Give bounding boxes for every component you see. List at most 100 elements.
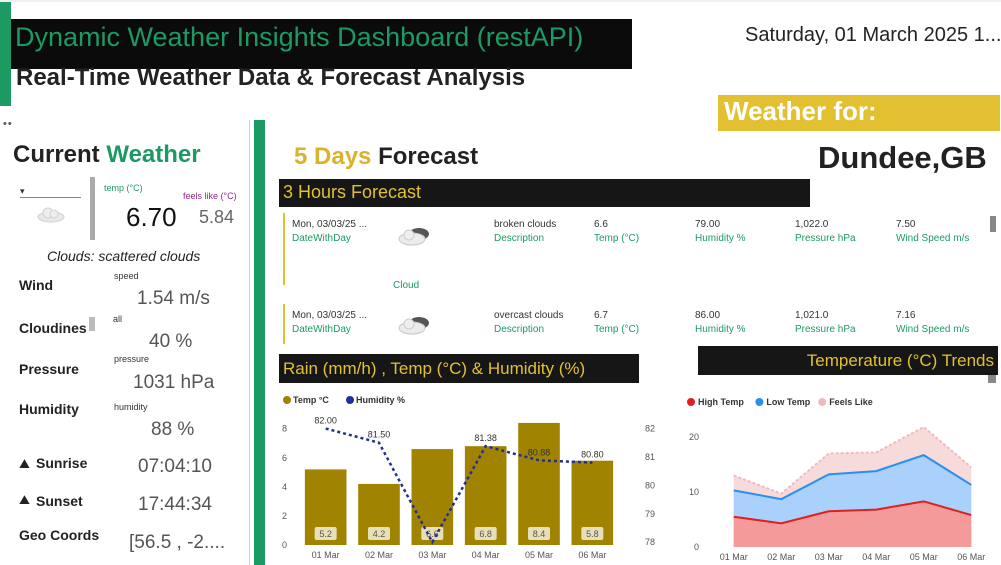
pressure-value: 1031 hPa <box>133 372 215 393</box>
legend-label: High Temp <box>698 397 744 407</box>
pressure-sub-label: pressure <box>114 354 150 364</box>
x-tick-label: 06 Mar <box>578 550 606 560</box>
humidity-data-label: 80.80 <box>581 450 604 460</box>
y-tick-label: 20 <box>689 432 699 442</box>
geo-coords-label: Geo Coords <box>19 527 100 543</box>
x-tick-label: 01 Mar <box>720 552 748 562</box>
forecast-scrollbar[interactable] <box>990 216 996 232</box>
humidity-data-label: 82.00 <box>314 416 337 426</box>
cloud-icon <box>36 205 66 228</box>
x-tick-label: 05 Mar <box>910 552 938 562</box>
y-left-tick-label: 6 <box>282 453 287 463</box>
x-tick-label: 02 Mar <box>365 550 393 560</box>
cloudiness-value: 40 % <box>149 331 193 352</box>
panel-divider <box>249 120 250 565</box>
forecast-temp-cell: 6.7 Temp (°C) <box>594 310 640 335</box>
forecast-heading-part-2: Forecast <box>378 143 479 170</box>
forecast-temp-cell: 6.6 Temp (°C) <box>594 219 640 244</box>
y-left-tick-label: 4 <box>282 482 287 492</box>
temp-bar <box>518 422 560 545</box>
chevron-down-icon[interactable]: ▾ <box>20 186 25 196</box>
humidity-data-label: 81.38 <box>474 433 497 443</box>
bar-value-label: 6.8 <box>479 529 492 539</box>
heading-part-2: Weather <box>106 141 201 168</box>
legend-marker <box>687 398 695 406</box>
sunrise-value: 07:04:10 <box>138 456 212 477</box>
wind-sub-label: speed <box>114 271 139 281</box>
humidity-sub-label: humidity <box>114 402 148 412</box>
clouds-description: Clouds: scattered clouds <box>47 248 201 264</box>
forecast-row[interactable]: Mon, 03/03/25 ... DateWithDay Cloud broke… <box>283 213 988 293</box>
cloudiness-sub-label: all <box>113 314 123 324</box>
x-tick-label: 04 Mar <box>862 552 890 562</box>
legend-marker <box>818 398 827 406</box>
y-right-tick-label: 81 <box>645 452 655 462</box>
cloud-label: Cloud <box>393 280 420 291</box>
humidity-data-label: 80.88 <box>528 447 551 457</box>
geo-coords-value: [56.5 , -2.... <box>129 532 226 553</box>
x-tick-label: 02 Mar <box>767 552 795 562</box>
forecast-heading-part-1: 5 Days <box>294 143 372 170</box>
forecast-description-cell: broken clouds Description <box>494 219 557 244</box>
y-tick-label: 0 <box>694 542 699 552</box>
current-datetime: Saturday, 01 March 2025 1... <box>745 24 1001 46</box>
humidity-value: 88 % <box>151 419 195 440</box>
forecast-humidity-cell: 79.00 Humidity % <box>695 219 746 244</box>
forecast-row[interactable]: Mon, 03/03/25 ... DateWithDay overcast cl… <box>283 304 988 344</box>
legend-temp-marker <box>283 396 291 404</box>
temp-chart-title: Temperature (°C) Trends <box>698 346 998 375</box>
x-tick-label: 04 Mar <box>472 550 500 560</box>
title-accent-bar <box>0 2 11 106</box>
legend-temp-label: Temp °C <box>293 395 329 405</box>
humidity-label: Humidity <box>19 401 79 417</box>
x-tick-label: 03 Mar <box>815 552 843 562</box>
weather-for-label: Weather for: <box>718 95 1000 131</box>
more-options-icon[interactable]: •• <box>3 118 13 130</box>
forecast-pressure-cell: 1,022.0 Pressure hPa <box>795 219 856 244</box>
y-right-tick-label: 79 <box>645 509 655 519</box>
row-accent-bar <box>283 213 285 285</box>
forecast-wind-cell: 7.50 Wind Speed m/s <box>896 219 970 244</box>
panel-accent-bar <box>254 120 265 565</box>
location-slicer[interactable]: ▾ <box>20 186 81 198</box>
wind-value: 1.54 m/s <box>137 288 210 309</box>
bar-value-label: 8.4 <box>533 529 546 539</box>
x-tick-label: 03 Mar <box>418 550 446 560</box>
sunrise-label: Sunrise <box>36 455 88 471</box>
bar-value-label: 5.8 <box>586 529 599 539</box>
cloud-icon <box>397 314 433 341</box>
sunset-label: Sunset <box>36 493 83 509</box>
x-tick-label: 01 Mar <box>312 550 340 560</box>
panel-scrollbar[interactable] <box>90 177 95 240</box>
forecast-date-cell: Mon, 03/03/25 ... DateWithDay <box>292 310 368 335</box>
three-hour-forecast-title: 3 Hours Forecast <box>279 179 810 207</box>
dashboard-title: Dynamic Weather Insights Dashboard (rest… <box>11 19 632 69</box>
y-tick-label: 10 <box>689 487 699 497</box>
current-temp: 6.70 <box>126 202 177 232</box>
bar-value-label: 4.2 <box>373 529 386 539</box>
sunset-icon: ⛰ <box>19 492 30 507</box>
y-left-tick-label: 0 <box>282 540 287 550</box>
cloud-icon <box>397 225 433 252</box>
legend-label: Feels Like <box>829 397 873 407</box>
legend-humidity-label: Humidity % <box>356 395 405 405</box>
rain-temp-humidity-chart: Temp °C Humidity % 0 2 4 6 8 78 79 80 81 82 5.2 01 Ma… <box>282 395 655 560</box>
temp-label: temp (°C) <box>104 183 143 193</box>
forecast-pressure-cell: 1,021.0 Pressure hPa <box>795 310 856 335</box>
forecast-description-cell: overcast clouds Description <box>494 310 564 335</box>
forecast-wind-cell: 7.16 Wind Speed m/s <box>896 310 970 335</box>
sunset-value: 17:44:34 <box>138 494 212 515</box>
feels-like-label: feels like (°C) <box>183 191 237 201</box>
y-right-tick-label: 78 <box>645 537 655 547</box>
cloudiness-scrollbar[interactable] <box>89 317 95 331</box>
wind-label: Wind <box>19 277 54 293</box>
current-weather-heading: Current Weather <box>13 141 201 169</box>
temp-chart-scrollbar[interactable] <box>988 375 996 383</box>
rain-chart-title: Rain (mm/h) , Temp (°C) & Humidity (%) <box>279 354 639 383</box>
y-left-tick-label: 2 <box>282 511 287 521</box>
temperature-trends-chart: High Temp Low Temp Feels Like 0 10 20 01 Mar 02… <box>687 397 985 562</box>
y-right-tick-label: 82 <box>645 424 655 434</box>
legend-marker <box>755 398 764 406</box>
y-right-tick-label: 80 <box>645 480 655 490</box>
x-tick-label: 05 Mar <box>525 550 553 560</box>
